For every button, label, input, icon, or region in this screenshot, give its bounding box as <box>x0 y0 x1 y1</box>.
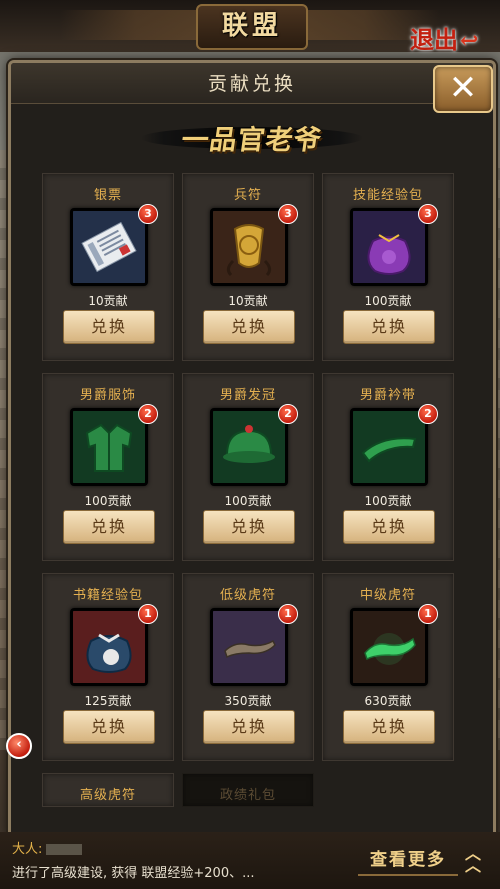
item-name: 兵符 <box>233 188 262 203</box>
jade-tiger-tally-icon[interactable] <box>350 608 428 686</box>
item-cost: 100贡献 <box>364 294 412 308</box>
exchange-card: 低级虎符 1 350贡献 兑换 <box>182 573 314 761</box>
item-cost: 350贡献 <box>224 694 272 708</box>
chat-speaker-label: 大人: <box>12 842 43 857</box>
chevron-left-icon[interactable]: ‹ <box>6 733 32 759</box>
exchange-card-partial: 政绩礼包 <box>182 773 314 807</box>
speaker-name-masked <box>46 844 83 855</box>
exchange-button[interactable]: 兑换 <box>63 710 155 744</box>
exchange-button[interactable]: 兑换 <box>63 510 155 544</box>
exchange-button[interactable]: 兑换 <box>203 710 295 744</box>
belt-icon[interactable] <box>350 408 428 486</box>
count-badge: 1 <box>278 604 298 624</box>
exchange-button[interactable]: 兑换 <box>63 310 155 344</box>
chat-message: 进行了高级建设, 获得 联盟经验+200、... <box>12 866 255 881</box>
exchange-button[interactable]: 兑换 <box>343 710 435 744</box>
item-name: 男爵发冠 <box>219 388 276 403</box>
item-name: 男爵服饰 <box>79 388 136 403</box>
exit-label: 退出 <box>410 25 458 54</box>
exchange-card: 男爵服饰 2 100贡献 兑换 <box>42 373 174 561</box>
exchange-button[interactable]: 兑换 <box>343 510 435 544</box>
count-badge: 3 <box>138 204 158 224</box>
exchange-card-partial: 高级虎符 <box>42 773 174 807</box>
item-name: 低级虎符 <box>219 588 276 603</box>
item-name: 技能经验包 <box>352 188 423 203</box>
chat-bar: 大人: 进行了高级建设, 获得 联盟经验+200、... 查看更多 ︿ ︿ <box>0 832 500 889</box>
exchange-card: 男爵衿带 2 100贡献 兑换 <box>322 373 454 561</box>
exchange-card: 中级虎符 1 630贡献 兑换 <box>322 573 454 761</box>
exit-arrow-icon: ↩ <box>460 28 479 54</box>
exchange-button[interactable]: 兑换 <box>203 310 295 344</box>
book-xp-pouch-icon[interactable] <box>70 608 148 686</box>
rank-banner: 一品官老爷 <box>141 113 363 161</box>
contribution-exchange-modal: 贡献兑换 ✕ 一品官老爷 银票 3 10贡献 兑换 兵符 3 10贡献 兑换 技能经… <box>8 60 496 838</box>
exchange-card: 银票 3 10贡献 兑换 <box>42 173 174 361</box>
view-more-button[interactable]: 查看更多 <box>358 846 458 876</box>
count-badge: 2 <box>418 404 438 424</box>
skill-xp-pouch-icon[interactable] <box>350 208 428 286</box>
count-badge: 2 <box>278 404 298 424</box>
top-bar: 联盟 退出↩ <box>0 0 500 54</box>
alliance-title: 联盟 <box>196 4 308 50</box>
count-badge: 1 <box>418 604 438 624</box>
item-cost: 100贡献 <box>84 494 132 508</box>
exchange-card: 技能经验包 3 100贡献 兑换 <box>322 173 454 361</box>
count-badge: 1 <box>138 604 158 624</box>
rank-title: 一品官老爷 <box>179 124 324 156</box>
count-badge: 3 <box>278 204 298 224</box>
item-name: 银票 <box>93 188 122 203</box>
exit-button[interactable]: 退出↩ <box>410 20 490 60</box>
banknote-icon[interactable] <box>70 208 148 286</box>
item-name: 中级虎符 <box>359 588 416 603</box>
close-button[interactable]: ✕ <box>433 65 493 113</box>
item-cost: 630贡献 <box>364 694 412 708</box>
item-name: 书籍经验包 <box>72 588 143 603</box>
item-cost: 100贡献 <box>364 494 412 508</box>
military-tally-icon[interactable] <box>210 208 288 286</box>
count-badge: 2 <box>138 404 158 424</box>
modal-title: 贡献兑换 <box>207 73 296 95</box>
robe-icon[interactable] <box>70 408 148 486</box>
exchange-button[interactable]: 兑换 <box>203 510 295 544</box>
item-name: 高级虎符 <box>79 788 136 803</box>
item-cost: 10贡献 <box>88 294 128 308</box>
modal-header: 贡献兑换 <box>11 63 493 104</box>
item-cost: 10贡献 <box>228 294 268 308</box>
chat-speaker: 大人: <box>12 838 83 857</box>
item-cost: 125贡献 <box>84 694 132 708</box>
exchange-button[interactable]: 兑换 <box>343 310 435 344</box>
cap-icon[interactable] <box>210 408 288 486</box>
bronze-tiger-tally-icon[interactable] <box>210 608 288 686</box>
item-name: 男爵衿带 <box>359 388 416 403</box>
exchange-card: 男爵发冠 2 100贡献 兑换 <box>182 373 314 561</box>
item-cost: 100贡献 <box>224 494 272 508</box>
double-chevron-up-icon[interactable]: ︿ ︿ <box>462 846 484 874</box>
item-name: 政绩礼包 <box>219 788 276 803</box>
exchange-card: 书籍经验包 1 125贡献 兑换 <box>42 573 174 761</box>
count-badge: 3 <box>418 204 438 224</box>
exchange-card: 兵符 3 10贡献 兑换 <box>182 173 314 361</box>
